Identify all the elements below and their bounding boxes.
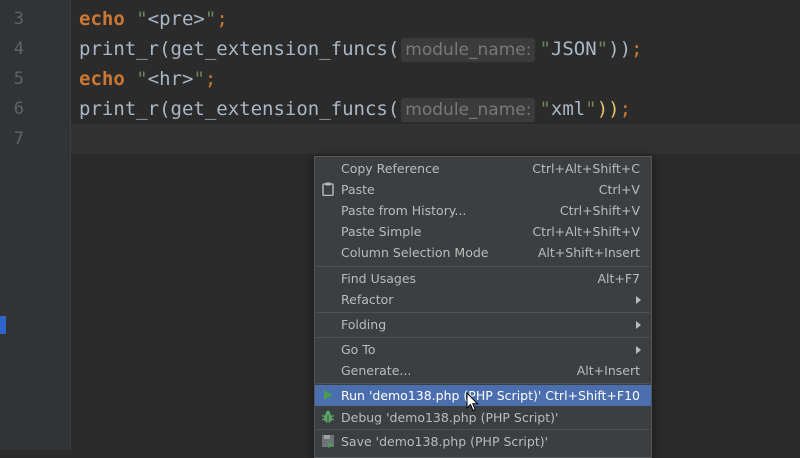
menu-item-save-configuration[interactable]: Save 'demo138.php (PHP Script)' [315,431,651,452]
parameter-hint: module_name: [401,98,536,122]
code-line-3[interactable]: echo "<pre>"; [79,4,228,34]
menu-separator [316,312,650,313]
semicolon: ; [216,8,228,30]
closing-parens: )) [596,98,620,120]
menu-item-label: Run 'demo138.php (PHP Script)' [341,388,542,403]
menu-item-label: Copy Reference [341,161,440,176]
mouse-pointer-icon [466,391,480,412]
menu-item-shortcut: Ctrl+Alt+Shift+V [532,224,640,239]
menu-item-find-usages[interactable]: Find Usages Alt+F7 [315,268,651,289]
menu-item-folding[interactable]: Folding [315,314,651,335]
string-quote: " [204,8,217,30]
code-line-5[interactable]: echo "<hr>"; [79,64,216,94]
menu-item-shortcut: Alt+Shift+Insert [537,245,640,260]
string-quote: " [539,38,551,60]
menu-item-paste[interactable]: Paste Ctrl+V [315,179,651,200]
menu-item-label: Paste [341,182,375,197]
menu-item-shortcut: Alt+Insert [576,363,640,378]
clipboard-icon [320,181,336,197]
code-line-4[interactable]: print_r(get_extension_funcs(module_name:… [79,34,642,64]
menu-item-paste-from-history[interactable]: Paste from History... Ctrl+Shift+V [315,200,651,221]
menu-item-shortcut: Ctrl+V [598,182,640,197]
submenu-arrow-icon [636,296,641,304]
string-value: <pre> [147,8,205,30]
line-number: 4 [13,39,24,59]
menu-item-paste-simple[interactable]: Paste Simple Ctrl+Alt+Shift+V [315,221,651,242]
gutter-marker [0,316,6,334]
string-value: JSON [550,38,597,60]
string-quote: " [136,8,148,30]
semicolon: ; [204,68,217,90]
menu-item-go-to[interactable]: Go To [315,339,651,360]
string-quote: " [539,98,551,120]
string-quote: " [136,68,148,90]
menu-item-column-selection-mode[interactable]: Column Selection Mode Alt+Shift+Insert [315,242,651,263]
menu-separator [316,429,650,430]
line-number: 6 [13,99,24,119]
line-number: 3 [13,9,24,29]
menu-item-debug[interactable]: Debug 'demo138.php (PHP Script)' [315,407,651,428]
menu-item-label: Refactor [341,292,394,307]
line-number-gutter: 3 4 5 6 7 [0,0,71,450]
menu-item-run[interactable]: Run 'demo138.php (PHP Script)' Ctrl+Shif… [315,385,651,406]
menu-item-label: Generate... [341,363,412,378]
menu-item-label: Paste from History... [341,203,467,218]
menu-item-label: Find Usages [341,271,417,286]
save-config-icon [320,433,336,449]
keyword-echo: echo [79,8,125,30]
semicolon: ; [619,98,632,120]
menu-item-shortcut: Ctrl+Shift+V [559,203,640,218]
menu-item-refactor[interactable]: Refactor [315,289,651,310]
menu-separator [316,266,650,267]
function-call: print_r(get_extension_funcs( [79,38,400,60]
menu-item-label: Paste Simple [341,224,422,239]
menu-item-label: Folding [341,317,387,332]
line-number: 7 [13,129,24,149]
closing-parens: )) [608,38,632,60]
menu-item-shortcut: Alt+F7 [597,271,640,286]
string-quote: " [585,98,597,120]
menu-item-label: Save 'demo138.php (PHP Script)' [341,434,549,449]
menu-item-copy-reference[interactable]: Copy Reference Ctrl+Alt+Shift+C [315,158,651,179]
string-value: <hr> [147,68,194,90]
menu-separator [316,337,650,338]
menu-item-shortcut: Ctrl+Shift+F10 [545,388,640,403]
string-quote: " [193,68,205,90]
run-icon [320,387,336,403]
menu-item-label: Column Selection Mode [341,245,489,260]
submenu-arrow-icon [636,346,641,354]
debug-icon [320,409,336,425]
function-call: print_r(get_extension_funcs( [79,98,400,120]
caret-line-highlight [71,124,800,154]
parameter-hint: module_name: [401,38,536,62]
menu-item-generate[interactable]: Generate... Alt+Insert [315,360,651,381]
menu-item-label: Go To [341,342,376,357]
menu-item-label: Debug 'demo138.php (PHP Script)' [341,410,559,425]
menu-separator [316,383,650,384]
code-line-6[interactable]: print_r(get_extension_funcs(module_name:… [79,94,631,124]
editor-context-menu: Copy Reference Ctrl+Alt+Shift+C Paste Ct… [314,156,652,458]
string-quote: " [596,38,609,60]
line-number: 5 [13,69,24,89]
string-value: xml [550,98,586,120]
semicolon: ; [631,38,643,60]
keyword-echo: echo [79,68,125,90]
menu-item-shortcut: Ctrl+Alt+Shift+C [532,161,640,176]
submenu-arrow-icon [636,321,641,329]
